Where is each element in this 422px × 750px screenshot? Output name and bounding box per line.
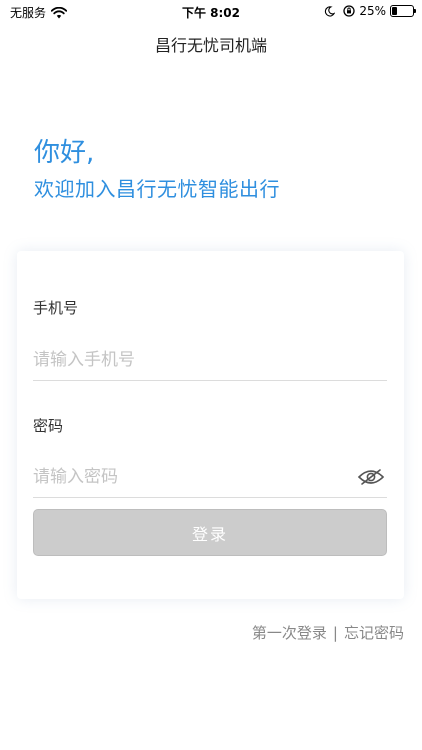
password-input[interactable] [33, 458, 343, 496]
login-screen: 无服务 下午 8:02 25% 昌行无忧司机端 你好, 欢迎加入昌行无忧智能出行… [0, 0, 422, 750]
page-title: 昌行无忧司机端 [154, 36, 267, 55]
battery-fill [392, 7, 397, 15]
bottom-links: 第一次登录 | 忘记密码 [252, 622, 404, 643]
battery-percent: 25% [359, 4, 386, 18]
first-login-link[interactable]: 第一次登录 [252, 622, 327, 643]
greeting: 你好, 欢迎加入昌行无忧智能出行 [34, 136, 280, 204]
status-right: 25% [324, 4, 416, 18]
moon-icon [325, 5, 336, 17]
phone-input[interactable] [33, 341, 387, 379]
battery-icon [390, 5, 416, 17]
password-field-wrap [33, 458, 387, 498]
greeting-welcome: 欢迎加入昌行无忧智能出行 [34, 177, 280, 201]
phone-label: 手机号 [33, 299, 79, 317]
status-bar: 无服务 下午 8:02 25% [0, 0, 422, 22]
eye-hidden-icon[interactable] [357, 468, 385, 486]
link-divider: | [332, 623, 338, 642]
password-label: 密码 [33, 417, 64, 435]
lock-rotation-icon [343, 5, 355, 17]
login-card: 手机号 密码 登录 [17, 251, 404, 599]
phone-field-wrap [33, 341, 387, 381]
login-button[interactable]: 登录 [33, 509, 387, 556]
greeting-hello: 你好, [34, 138, 95, 168]
forgot-password-link[interactable]: 忘记密码 [344, 622, 404, 643]
